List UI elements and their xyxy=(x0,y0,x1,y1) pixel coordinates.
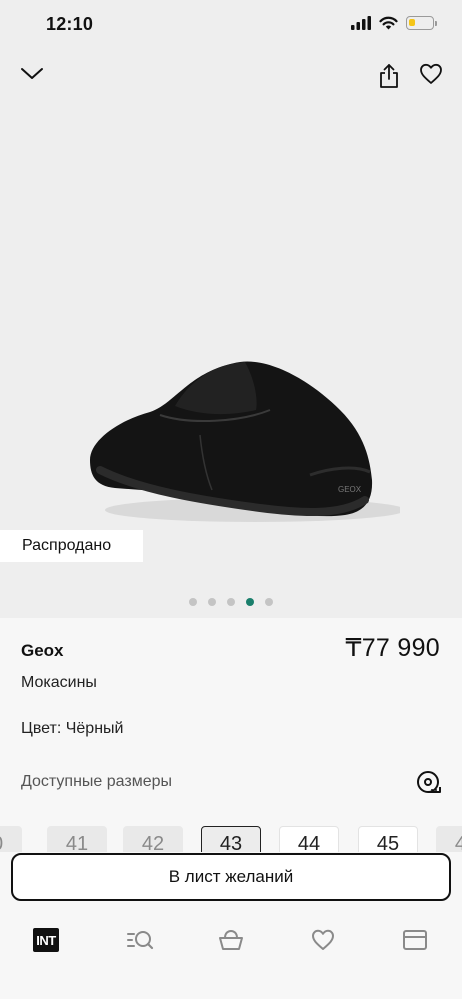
add-to-wishlist-button[interactable]: В лист желаний xyxy=(11,853,451,901)
status-time: 12:10 xyxy=(46,14,94,34)
size-option-42[interactable]: 42 xyxy=(123,826,183,852)
tab-basket[interactable] xyxy=(211,920,251,960)
size-option-40[interactable]: 40 xyxy=(0,826,22,852)
status-bar: 12:10 xyxy=(0,0,462,52)
measuring-tape-icon[interactable] xyxy=(414,768,442,796)
heart-icon[interactable] xyxy=(415,58,447,90)
tab-home[interactable]: INT xyxy=(26,920,66,960)
search-list-icon xyxy=(127,931,154,950)
product-price: ₸77 990 xyxy=(345,634,440,662)
chevron-down-icon[interactable] xyxy=(16,58,48,90)
pagination-dot[interactable] xyxy=(227,598,235,606)
gallery-pagination[interactable] xyxy=(0,598,462,606)
tab-orders[interactable] xyxy=(395,920,435,960)
size-option-44[interactable]: 44 xyxy=(279,826,339,852)
shoe-logo-text: GEOX xyxy=(338,485,362,494)
share-icon[interactable] xyxy=(373,60,405,92)
pagination-dot[interactable] xyxy=(208,598,216,606)
size-label: 42 xyxy=(141,833,165,852)
wifi-icon xyxy=(379,16,398,30)
product-brand[interactable]: Geox xyxy=(21,641,64,661)
size-label: 43 xyxy=(219,833,243,852)
tab-bar: INT xyxy=(0,920,462,966)
pagination-dot[interactable] xyxy=(265,598,273,606)
wishlist-button-label: В лист желаний xyxy=(168,867,294,886)
product-category: Мокасины xyxy=(21,674,97,691)
basket-icon xyxy=(219,929,243,950)
sizes-row[interactable]: 40 41 42 43 44 45 46 xyxy=(0,826,462,852)
int-logo: INT xyxy=(33,928,59,952)
pagination-dot[interactable] xyxy=(189,598,197,606)
size-option-43[interactable]: 43 xyxy=(201,826,261,852)
battery-icon xyxy=(406,16,437,30)
size-label: 45 xyxy=(376,833,400,852)
size-label: 46 xyxy=(454,833,462,852)
size-label: 41 xyxy=(65,833,89,852)
tab-favorites[interactable] xyxy=(303,920,343,960)
wallet-icon xyxy=(403,930,427,950)
cellular-signal-icon xyxy=(351,16,371,30)
sold-out-label: Распродано xyxy=(22,537,112,554)
sold-out-badge: Распродано xyxy=(0,530,143,562)
size-label: 44 xyxy=(297,833,321,852)
product-image: GEOX xyxy=(80,340,405,540)
sizes-title: Доступные размеры xyxy=(21,773,173,790)
product-color: Цвет: Чёрный xyxy=(21,720,124,737)
pagination-dot[interactable] xyxy=(246,598,254,606)
size-option-46[interactable]: 46 xyxy=(436,826,462,852)
size-option-41[interactable]: 41 xyxy=(47,826,107,852)
product-gallery[interactable]: 12:10 GEOX Распродано xyxy=(0,0,462,618)
tab-search[interactable] xyxy=(120,920,160,960)
status-icons xyxy=(351,16,437,30)
size-option-45[interactable]: 45 xyxy=(358,826,418,852)
size-label: 40 xyxy=(0,833,3,852)
heart-icon xyxy=(312,929,334,950)
